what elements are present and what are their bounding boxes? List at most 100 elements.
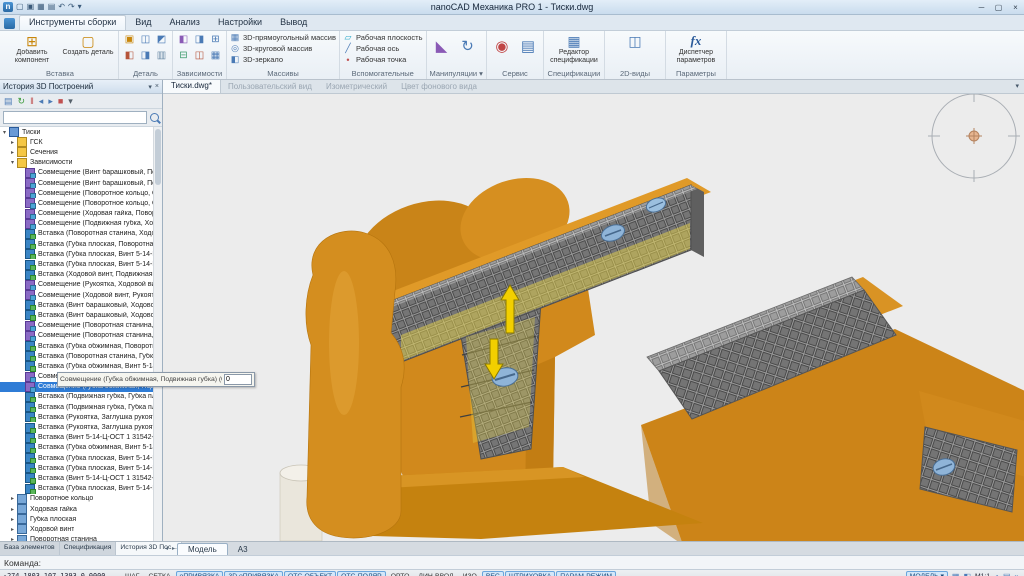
maximize-button[interactable]: ▢	[990, 1, 1007, 14]
step-forward-icon[interactable]: ▸	[48, 95, 53, 108]
iso-toggle[interactable]: ИЗО	[459, 571, 481, 576]
tree-item[interactable]: Вставка (Поворотная станина, Ходов	[0, 229, 154, 239]
layout-prev-icon[interactable]: ◂	[163, 545, 170, 552]
viewports-icon[interactable]: ◧	[963, 572, 971, 576]
new-file-icon[interactable]: ▢	[16, 1, 24, 13]
ribbon-button-0-1[interactable]: ▢Создать деталь	[61, 32, 115, 66]
detail-tool-icon-2[interactable]: ◫	[138, 32, 153, 47]
tree-item[interactable]: Вставка (Винт барашковый, Ходово	[0, 310, 154, 320]
tree-item[interactable]: Совмещение (Винт барашковый, Пов	[0, 178, 154, 188]
tree-item[interactable]: Совмещение (Поворотное кольцо, О	[0, 198, 154, 208]
ribbon-button-0-0[interactable]: ⊞Добавить компонент	[5, 32, 59, 66]
ribbon-button-7-0[interactable]: ▦Редактор спецификации	[547, 32, 601, 66]
layout-next-icon[interactable]: ▸	[170, 545, 177, 552]
view-orientation-button[interactable]: Изометрический	[319, 80, 394, 93]
tree-item[interactable]: Вставка (Губка плоская, Винт 5-14-Ц-	[0, 453, 154, 463]
qat-dropdown-icon[interactable]: ▾	[78, 1, 82, 13]
detail-tool-icon-3[interactable]: ◩	[154, 32, 169, 47]
tree-item[interactable]: ▸ГСК	[0, 137, 154, 147]
tree-item[interactable]: Совмещение (Подвижная губка, Ход	[0, 219, 154, 229]
tree-item[interactable]: Вставка (Рукоятка, Заглушка рукоятк	[0, 422, 154, 432]
undo-icon[interactable]: ↶	[58, 1, 65, 13]
ribbon-row-3-2[interactable]: ◧3D-зеркало	[230, 54, 283, 65]
tree-item[interactable]: Совмещение (Поворотная станина, П	[0, 331, 154, 341]
constraint-tool-icon-3[interactable]: ⊞	[208, 32, 223, 47]
ribbon-row-3-1[interactable]: ◎3D-круговой массив	[230, 43, 312, 54]
app-menu-icon[interactable]	[4, 18, 15, 29]
tree-item[interactable]: ▾Зависимости	[0, 158, 154, 168]
scale-button[interactable]: М1:1	[975, 573, 990, 576]
ribbon-button-8-0[interactable]: ◫	[608, 32, 662, 66]
tree-item[interactable]: ▸Губка плоская	[0, 514, 154, 524]
tab-a3[interactable]: А3	[228, 544, 258, 555]
tree-scrollbar[interactable]	[153, 127, 162, 541]
menu-tab-settings[interactable]: Настройки	[209, 15, 271, 30]
tree-item[interactable]: Вставка (Губка плоская, Винт 5-14-Ц-	[0, 259, 154, 269]
tree-item[interactable]: Вставка (Губка обжимная, Винт 5-14-	[0, 443, 154, 453]
nanocad-logo[interactable]: n	[3, 2, 13, 12]
tree-item[interactable]: Вставка (Губка обжимная, Поворотна	[0, 341, 154, 351]
tree-item[interactable]: ▸Поворотное кольцо	[0, 494, 154, 504]
menu-tab-assembly-tools[interactable]: Инструменты сборки	[19, 15, 126, 30]
tree-item[interactable]: Вставка (Губка плоская, Винт 5-14-Ц-	[0, 249, 154, 259]
hatch-toggle[interactable]: ШТРИХОВКА	[505, 571, 555, 576]
tree-item[interactable]: ▸Ходовая гайка	[0, 504, 154, 514]
pause-history-icon[interactable]: ‖	[30, 95, 34, 108]
model-space-button[interactable]: МОДЕЛЬ ▾	[906, 571, 948, 576]
tree-item[interactable]: Вставка (Поворотная станина, Губка о	[0, 351, 154, 361]
tree-item[interactable]: ▸Ходовой винт	[0, 524, 154, 534]
panel-close-icon[interactable]: ×	[155, 83, 159, 91]
tree-item[interactable]: Вставка (Винт 5-14-Ц-ОСТ 1 31542-80,	[0, 473, 154, 483]
units-icon[interactable]: ◔	[994, 572, 999, 576]
step-back-icon[interactable]: ◂	[39, 95, 44, 108]
view-style-button[interactable]: Пользовательский вид	[221, 80, 319, 93]
tree-item[interactable]: Совмещение (Рукоятка, Ходовой винт	[0, 280, 154, 290]
param-mode-toggle[interactable]: ПАРАМ-РЕЖИМ	[556, 571, 616, 576]
close-button[interactable]: ×	[1007, 1, 1024, 14]
tree-item[interactable]: Вставка (Губка плоская, Винт 5-14-Ц-	[0, 484, 154, 494]
tree-item[interactable]: Вставка (Губка плоская, Винт 5-14-Ц-	[0, 463, 154, 473]
menu-tab-analysis[interactable]: Анализ	[161, 15, 209, 30]
command-line[interactable]: Команда:	[0, 555, 1024, 569]
ribbon-row-3-0[interactable]: ▦3D-прямоугольный массив	[230, 32, 336, 43]
service-tool-icon-1[interactable]: ◉	[490, 32, 514, 62]
tree-item[interactable]: Совмещение (Ходовой винт, Рукоятка	[0, 290, 154, 300]
grid-display-icon[interactable]: ▦	[952, 572, 960, 576]
detail-tool-icon-4[interactable]: ◧	[122, 48, 137, 63]
otrack-polar-toggle[interactable]: ОТС-ПОЛЯР	[337, 571, 386, 576]
tree-view-icon[interactable]: ▤	[4, 95, 13, 108]
tab-element-base[interactable]: База элементов	[0, 542, 60, 555]
grid-toggle[interactable]: СЕТКА	[144, 571, 174, 576]
search-icon[interactable]	[150, 113, 159, 122]
statusbar-expand-icon[interactable]: »	[1015, 572, 1019, 576]
rotate-component-icon[interactable]: ↻	[456, 32, 480, 62]
tree-item[interactable]: Совмещение (Поворотное кольцо, О	[0, 188, 154, 198]
constraint-tool-icon-1[interactable]: ◧	[176, 32, 191, 47]
tree-item[interactable]: Вставка (Винт 5-14-Ц-ОСТ 1 31542-80,	[0, 433, 154, 443]
minimize-button[interactable]: ─	[973, 1, 990, 14]
background-view-button[interactable]: Цвет фонового вида	[394, 80, 484, 93]
tree-item[interactable]: ▸Поворотная станина	[0, 535, 154, 542]
tree-item[interactable]: Вставка (Губка плоская, Поворотная с	[0, 239, 154, 249]
search-input[interactable]	[3, 111, 147, 124]
detail-tool-icon-1[interactable]: ▣	[122, 32, 137, 47]
osnap-3d-toggle[interactable]: 3D оПРИВЯЗКА	[224, 571, 282, 576]
document-tab[interactable]: Тиски.dwg*	[163, 80, 221, 93]
tab-specification[interactable]: Спецификация	[60, 542, 117, 555]
service-tool-icon-2[interactable]: ▤	[516, 32, 540, 62]
tree-item[interactable]: Совмещение (Ходовая гайка, Повор	[0, 209, 154, 219]
move-component-icon[interactable]: ◣	[430, 32, 454, 62]
detail-tool-icon-6[interactable]: ▥	[154, 48, 169, 63]
otrack-object-toggle[interactable]: ОТС-ОБЪЕКТ	[284, 571, 336, 576]
osnap-toggle[interactable]: оПРИВЯЗКА	[176, 571, 224, 576]
tree-item[interactable]: Вставка (Ходовой винт, Подвижная гу	[0, 270, 154, 280]
tree-item[interactable]: Вставка (Винт барашковый, Ходово	[0, 300, 154, 310]
ribbon-row-4-1[interactable]: ╱Рабочая ось	[343, 43, 399, 54]
menu-tab-output[interactable]: Вывод	[271, 15, 316, 30]
tree-item[interactable]: ▸Сечения	[0, 147, 154, 157]
ribbon-button-9-0[interactable]: fxДиспетчер параметров	[669, 32, 723, 66]
constraint-value-input[interactable]	[224, 374, 252, 385]
tree-item[interactable]: Совмещение (Поворотная станина, П	[0, 321, 154, 331]
history-settings-icon[interactable]: ▾	[68, 95, 73, 108]
detail-tool-icon-5[interactable]: ◨	[138, 48, 153, 63]
